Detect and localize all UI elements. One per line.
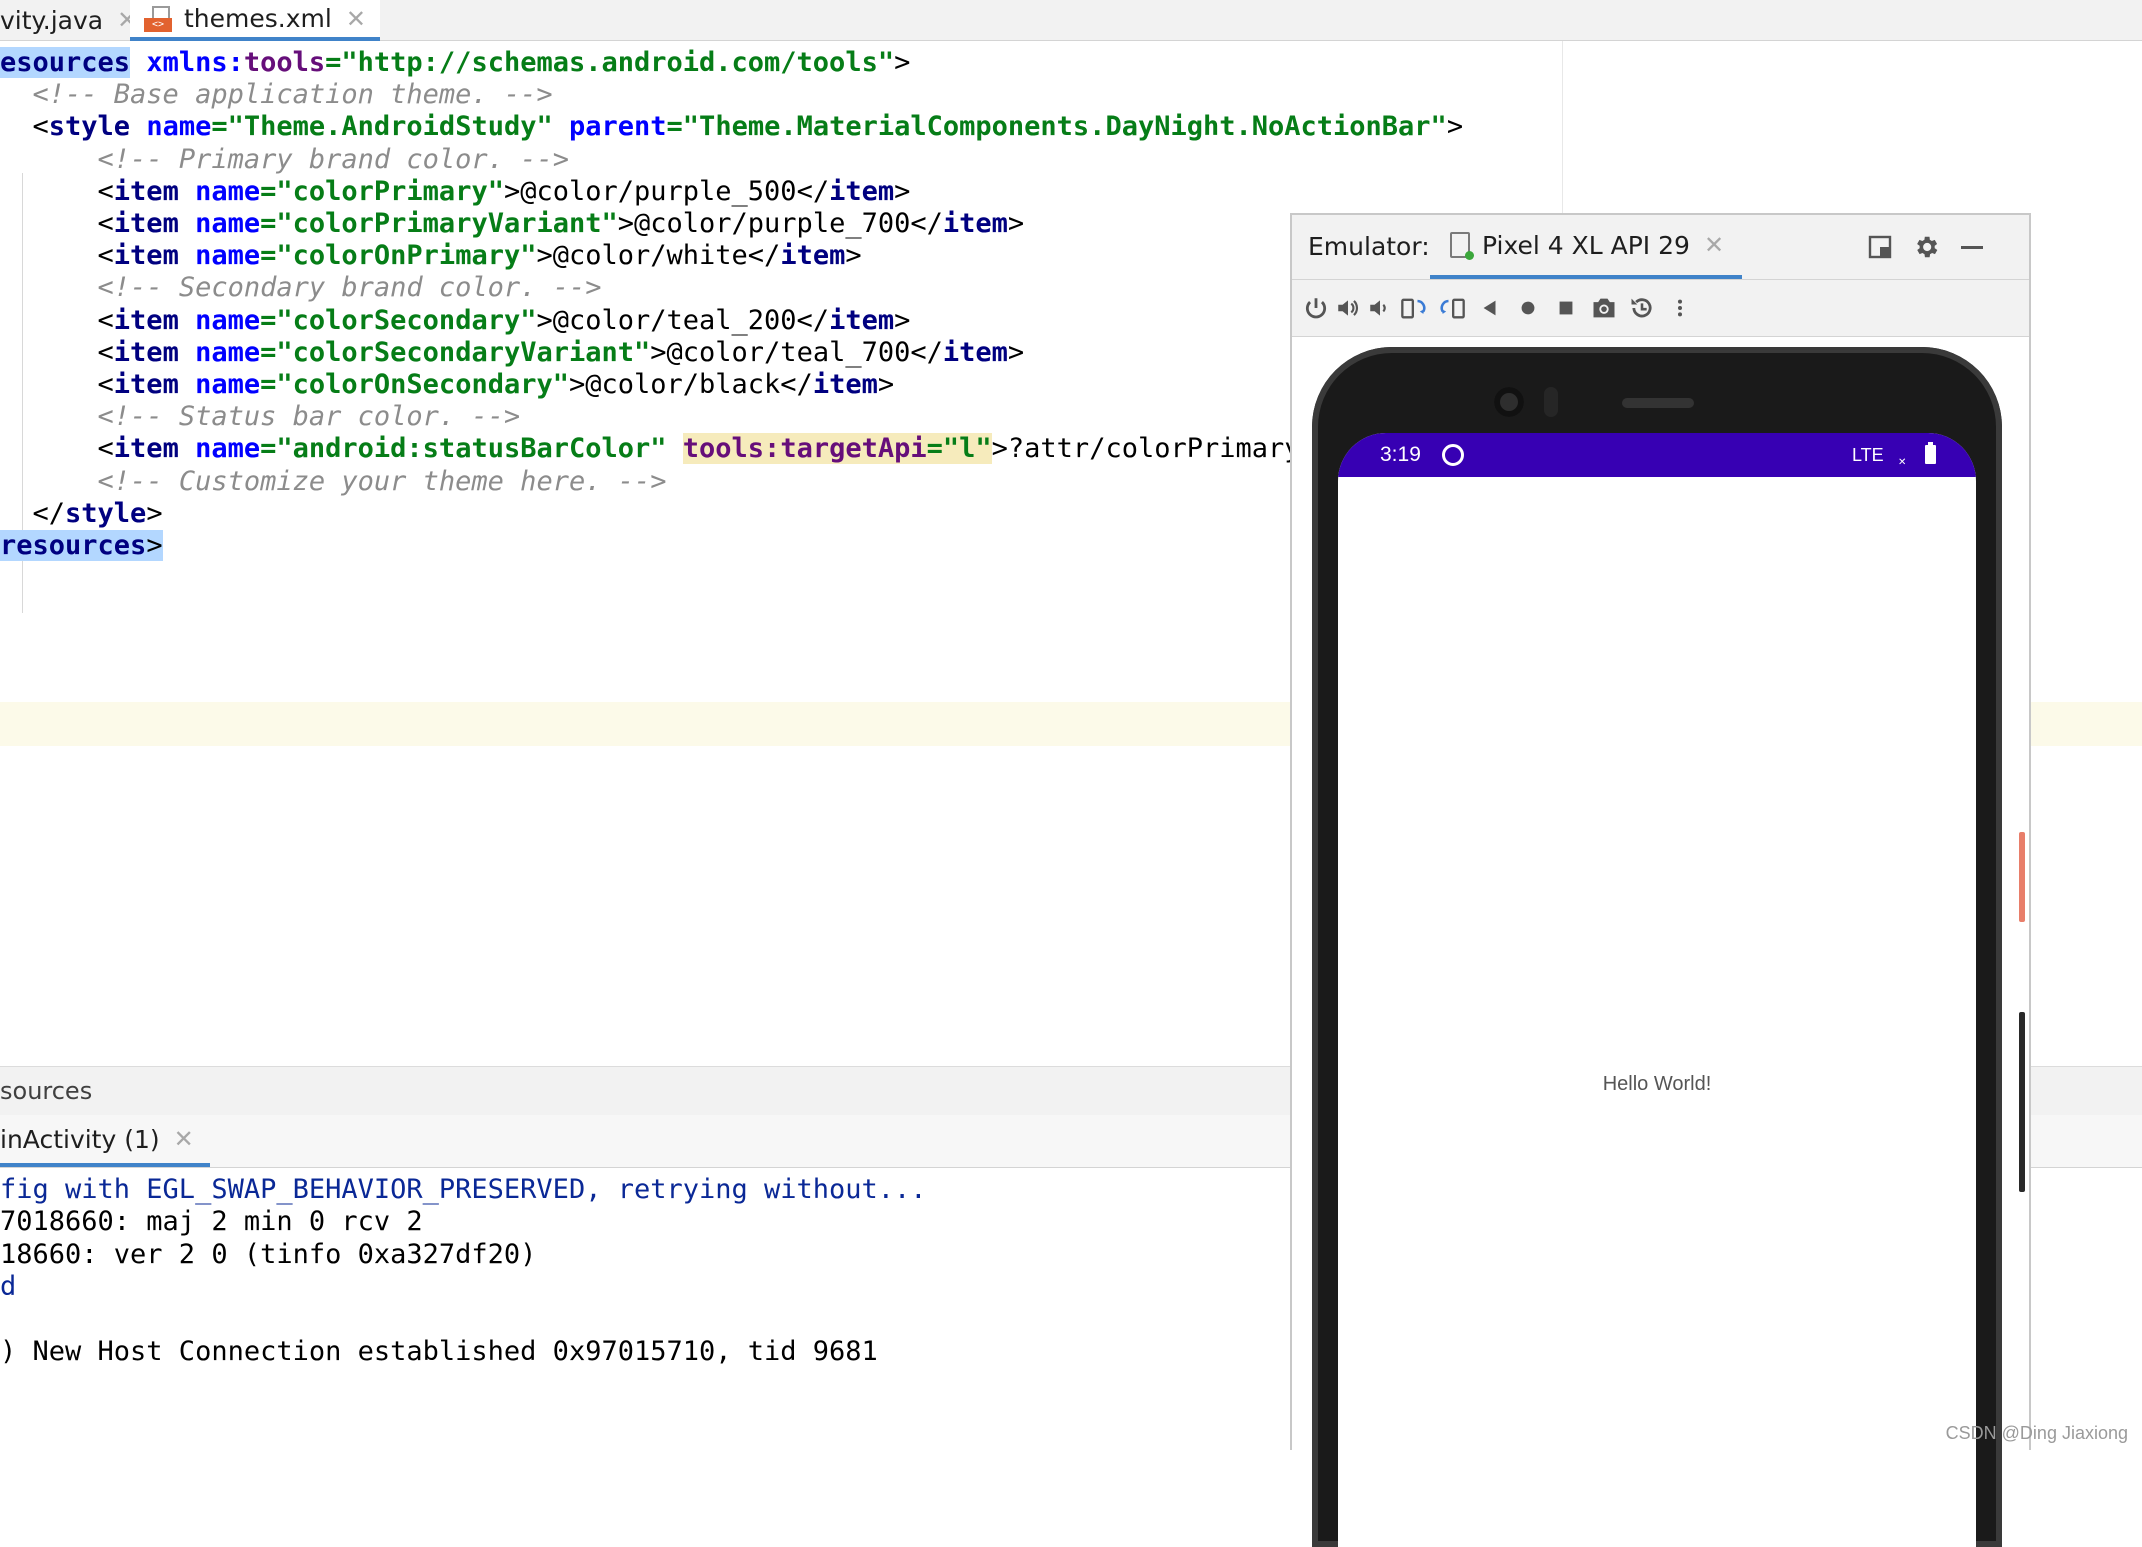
tab-themes-xml[interactable]: <> themes.xml ✕	[130, 0, 380, 41]
battery-icon	[1925, 442, 1936, 464]
sync-icon	[1442, 444, 1464, 466]
code-token: >	[1446, 111, 1464, 142]
close-icon[interactable]: ✕	[174, 1125, 194, 1153]
signal-icon: ✕	[1898, 457, 1907, 468]
console-line: ) New Host Connection established 0x9701…	[0, 1336, 878, 1367]
rotate-right-icon[interactable]	[1436, 292, 1468, 324]
earpiece-speaker	[1622, 398, 1694, 408]
power-icon[interactable]	[1300, 292, 1332, 324]
breadcrumb[interactable]: sources	[0, 1067, 92, 1116]
emulator-display: 3:19 LTE ✕ Hello World!	[1292, 337, 2029, 1547]
emulator-title: Emulator:	[1308, 232, 1430, 261]
back-icon[interactable]	[1474, 292, 1506, 324]
code-line: resources>	[0, 524, 163, 568]
front-camera	[1494, 387, 1524, 417]
xml-file-icon: <>	[144, 5, 172, 32]
rotate-left-icon[interactable]	[1398, 292, 1430, 324]
console-line: d	[0, 1271, 17, 1302]
code-token: >	[146, 530, 163, 561]
code-token: >	[894, 47, 911, 78]
volume-up-icon[interactable]	[1332, 292, 1364, 324]
code-token: ="l"	[926, 433, 992, 464]
volume-side-button[interactable]	[2019, 1012, 2025, 1192]
code-token: item	[942, 337, 1008, 368]
status-time: 3:19	[1380, 443, 1421, 466]
network-type: LTE	[1852, 445, 1884, 465]
face-sensor	[1544, 387, 1558, 417]
screenshot-icon[interactable]	[1588, 292, 1620, 324]
run-tab-label: inActivity (1)	[0, 1124, 160, 1154]
tab-label: themes.xml	[184, 4, 332, 33]
watermark: CSDN @Ding Jiaxiong	[1945, 1423, 2128, 1443]
code-token: >	[1007, 337, 1025, 368]
run-tab-mainactivity[interactable]: inActivity (1) ✕	[0, 1115, 210, 1167]
code-token: resources	[0, 530, 147, 561]
console-line: 18660: ver 2 0 (tinfo 0xa327df20)	[0, 1239, 537, 1270]
emulator-toolbar	[1292, 280, 2029, 337]
phone-frame: 3:19 LTE ✕ Hello World!	[1312, 347, 2025, 1547]
volume-down-icon[interactable]	[1364, 292, 1396, 324]
code-token: <!-- Customize your theme here. -->	[97, 466, 667, 497]
code-token: >	[845, 240, 862, 271]
code-token: >	[877, 369, 895, 400]
phone-screen[interactable]: 3:19 LTE ✕ Hello World!	[1338, 433, 1976, 1547]
close-icon[interactable]: ✕	[1704, 231, 1724, 259]
code-token: item	[812, 369, 878, 400]
close-icon[interactable]: ✕	[346, 5, 366, 33]
emulator-panel: Emulator: Pixel 4 XL API 29 ✕ 3:19 LTE ✕…	[1290, 213, 2031, 1547]
code-token: item	[942, 208, 1008, 239]
device-icon	[1450, 232, 1474, 260]
code-token: >	[1007, 208, 1025, 239]
overview-icon[interactable]	[1550, 292, 1582, 324]
emulator-header: Emulator: Pixel 4 XL API 29 ✕	[1292, 215, 2029, 280]
snapshot-icon[interactable]	[1626, 292, 1658, 324]
code-token: item	[780, 240, 846, 271]
code-token: >?attr/colorPrimaryV	[991, 433, 1317, 464]
code-token: tools:targetApi	[682, 433, 927, 464]
layout-icon[interactable]	[1864, 231, 1896, 263]
android-status-bar: 3:19 LTE ✕	[1338, 433, 1976, 477]
tab-mainactivity-java[interactable]: vity.java ✕	[0, 0, 137, 40]
editor-tab-bar: vity.java ✕ <> themes.xml ✕	[0, 0, 2142, 41]
home-icon[interactable]	[1512, 292, 1544, 324]
tab-label: vity.java	[0, 5, 104, 35]
code-token: parent	[569, 111, 667, 142]
power-side-button[interactable]	[2019, 832, 2025, 922]
tab-device[interactable]: Pixel 4 XL API 29 ✕	[1430, 215, 1743, 279]
hello-world-text: Hello World!	[1602, 1073, 1712, 1095]
device-tab-label: Pixel 4 XL API 29	[1482, 230, 1690, 260]
minimize-icon[interactable]	[1956, 231, 1988, 263]
code-token: >@color/black</	[568, 369, 813, 400]
settings-icon[interactable]	[1910, 231, 1942, 263]
more-icon[interactable]	[1664, 292, 1696, 324]
code-token: ="Theme.MaterialComponents.DayNight.NoAc…	[666, 111, 1447, 142]
